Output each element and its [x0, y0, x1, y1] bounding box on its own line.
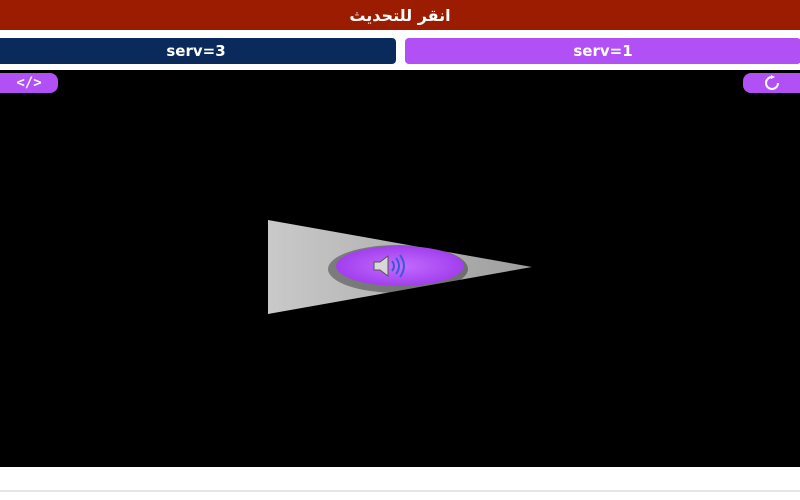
server-selector: serv=3 serv=1 [0, 38, 800, 64]
refresh-banner[interactable]: انقر للتحديث [0, 0, 800, 30]
bottom-area [0, 467, 800, 500]
embed-code-label: </> [16, 75, 42, 91]
server-1-label: serv=1 [573, 42, 633, 60]
server-3-label: serv=3 [166, 42, 226, 60]
reload-icon [764, 75, 779, 90]
play-button[interactable] [268, 218, 534, 316]
server-1-button[interactable]: serv=1 [405, 38, 800, 64]
refresh-label: انقر للتحديث [349, 5, 451, 25]
page: انقر للتحديث serv=3 serv=1 </> [0, 0, 800, 500]
video-player[interactable]: </> [0, 70, 800, 467]
reload-button[interactable] [743, 73, 800, 93]
bottom-divider [0, 490, 800, 492]
server-3-button[interactable]: serv=3 [0, 38, 396, 64]
embed-code-button[interactable]: </> [0, 73, 58, 93]
